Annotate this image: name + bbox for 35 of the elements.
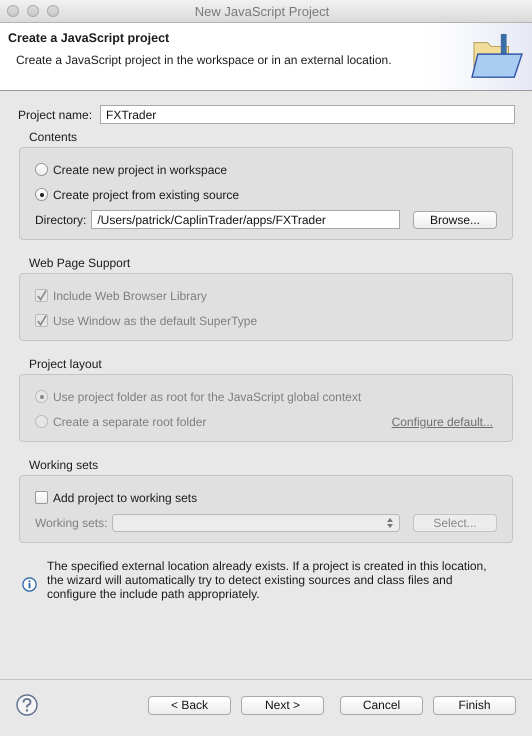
- checkbox-label: Include Web Browser Library: [53, 288, 207, 302]
- group-title: Working sets: [28, 458, 100, 472]
- project-name-field[interactable]: FXTrader: [100, 105, 515, 124]
- dialog-button[interactable]: Finish: [433, 696, 516, 714]
- dialog-button[interactable]: Cancel: [340, 696, 423, 714]
- working-sets-label: Working sets:: [35, 516, 108, 530]
- radio-label: Create project from existing source: [53, 188, 240, 202]
- info-icon: [22, 576, 37, 592]
- checkbox-label: Use Window as the default SuperType: [53, 314, 258, 328]
- radio-label: Use project folder as root for the JavaScript global context: [53, 390, 362, 404]
- window-title: New JavaScript Project: [194, 4, 330, 18]
- minimize-button[interactable]: [27, 5, 39, 17]
- directory-label: Directory:: [35, 212, 86, 226]
- page-description: Create a JavaScript project in the workspace or in an external location.: [15, 53, 392, 67]
- help-icon[interactable]: [16, 694, 38, 716]
- dialog-button[interactable]: < Back: [148, 696, 231, 714]
- group-title: Contents: [28, 130, 78, 144]
- checkbox[interactable]: [35, 491, 48, 504]
- stepper-arrows-icon: [387, 518, 393, 528]
- radio-button[interactable]: [35, 188, 48, 201]
- project-name-label: Project name:: [18, 108, 92, 122]
- browse-button[interactable]: Browse...: [413, 210, 497, 228]
- zoom-button[interactable]: [47, 5, 59, 17]
- folder-icon: [468, 33, 526, 81]
- radio-label: Create a separate root folder: [53, 414, 206, 428]
- dialog-button[interactable]: Next >: [241, 696, 324, 714]
- group-title: Project layout: [28, 357, 103, 371]
- radio-label: Create new project in workspace: [53, 162, 228, 176]
- directory-field[interactable]: /Users/patrick/CaplinTrader/apps/FXTrader: [91, 210, 400, 229]
- info-message: The specified external location already exists. If a project is created in this location, the wizard will automatically try to detect existing sources and class files and configure the include path appropriately.: [47, 559, 488, 601]
- group-title: Web Page Support: [28, 256, 132, 270]
- page-title: Create a JavaScript project: [8, 31, 170, 45]
- radio-button[interactable]: [35, 163, 48, 176]
- close-button[interactable]: [7, 5, 19, 17]
- checkbox-label: Add project to working sets: [53, 490, 198, 504]
